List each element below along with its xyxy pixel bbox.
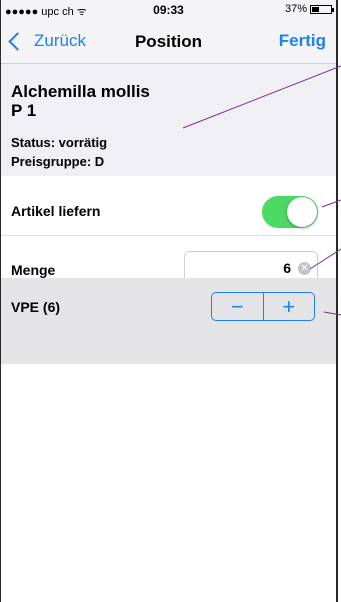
battery-percent: 37% [284, 3, 307, 15]
battery-fill [312, 6, 319, 12]
vpe-stepper[interactable]: − + [211, 292, 315, 321]
battery-indicator: 37% [284, 3, 334, 15]
item-status: Status: vorrätig [11, 135, 108, 150]
deliver-toggle[interactable] [262, 196, 318, 228]
decrement-button[interactable]: − [212, 293, 264, 320]
deliver-row: Artikel liefern [1, 176, 336, 236]
increment-button[interactable]: + [264, 293, 315, 320]
battery-icon [310, 4, 334, 14]
vpe-row: VPE (6) − + [1, 278, 336, 364]
deliver-label: Artikel liefern [11, 203, 101, 219]
toggle-knob [287, 197, 317, 227]
item-price-group: Preisgruppe: D [11, 154, 105, 169]
clear-icon[interactable]: ✕ [298, 262, 311, 275]
quantity-value: 6 [283, 260, 291, 276]
battery-cap [332, 7, 334, 12]
vpe-label: VPE (6) [11, 299, 61, 315]
done-button[interactable]: Fertig [279, 31, 326, 51]
phone-screen: ●●●●● upc ch ᯤ 09:33 37% Zurück Position… [0, 0, 338, 602]
quantity-label: Menge [11, 262, 56, 278]
item-name: Alchemilla mollis [11, 82, 150, 101]
item-code: P 1 [11, 101, 37, 120]
navigation-bar: Zurück Position Fertig [1, 20, 336, 64]
item-header: Alchemilla mollis P 1 Status: vorrätig P… [1, 64, 336, 176]
status-bar: ●●●●● upc ch ᯤ 09:33 37% [1, 0, 336, 20]
